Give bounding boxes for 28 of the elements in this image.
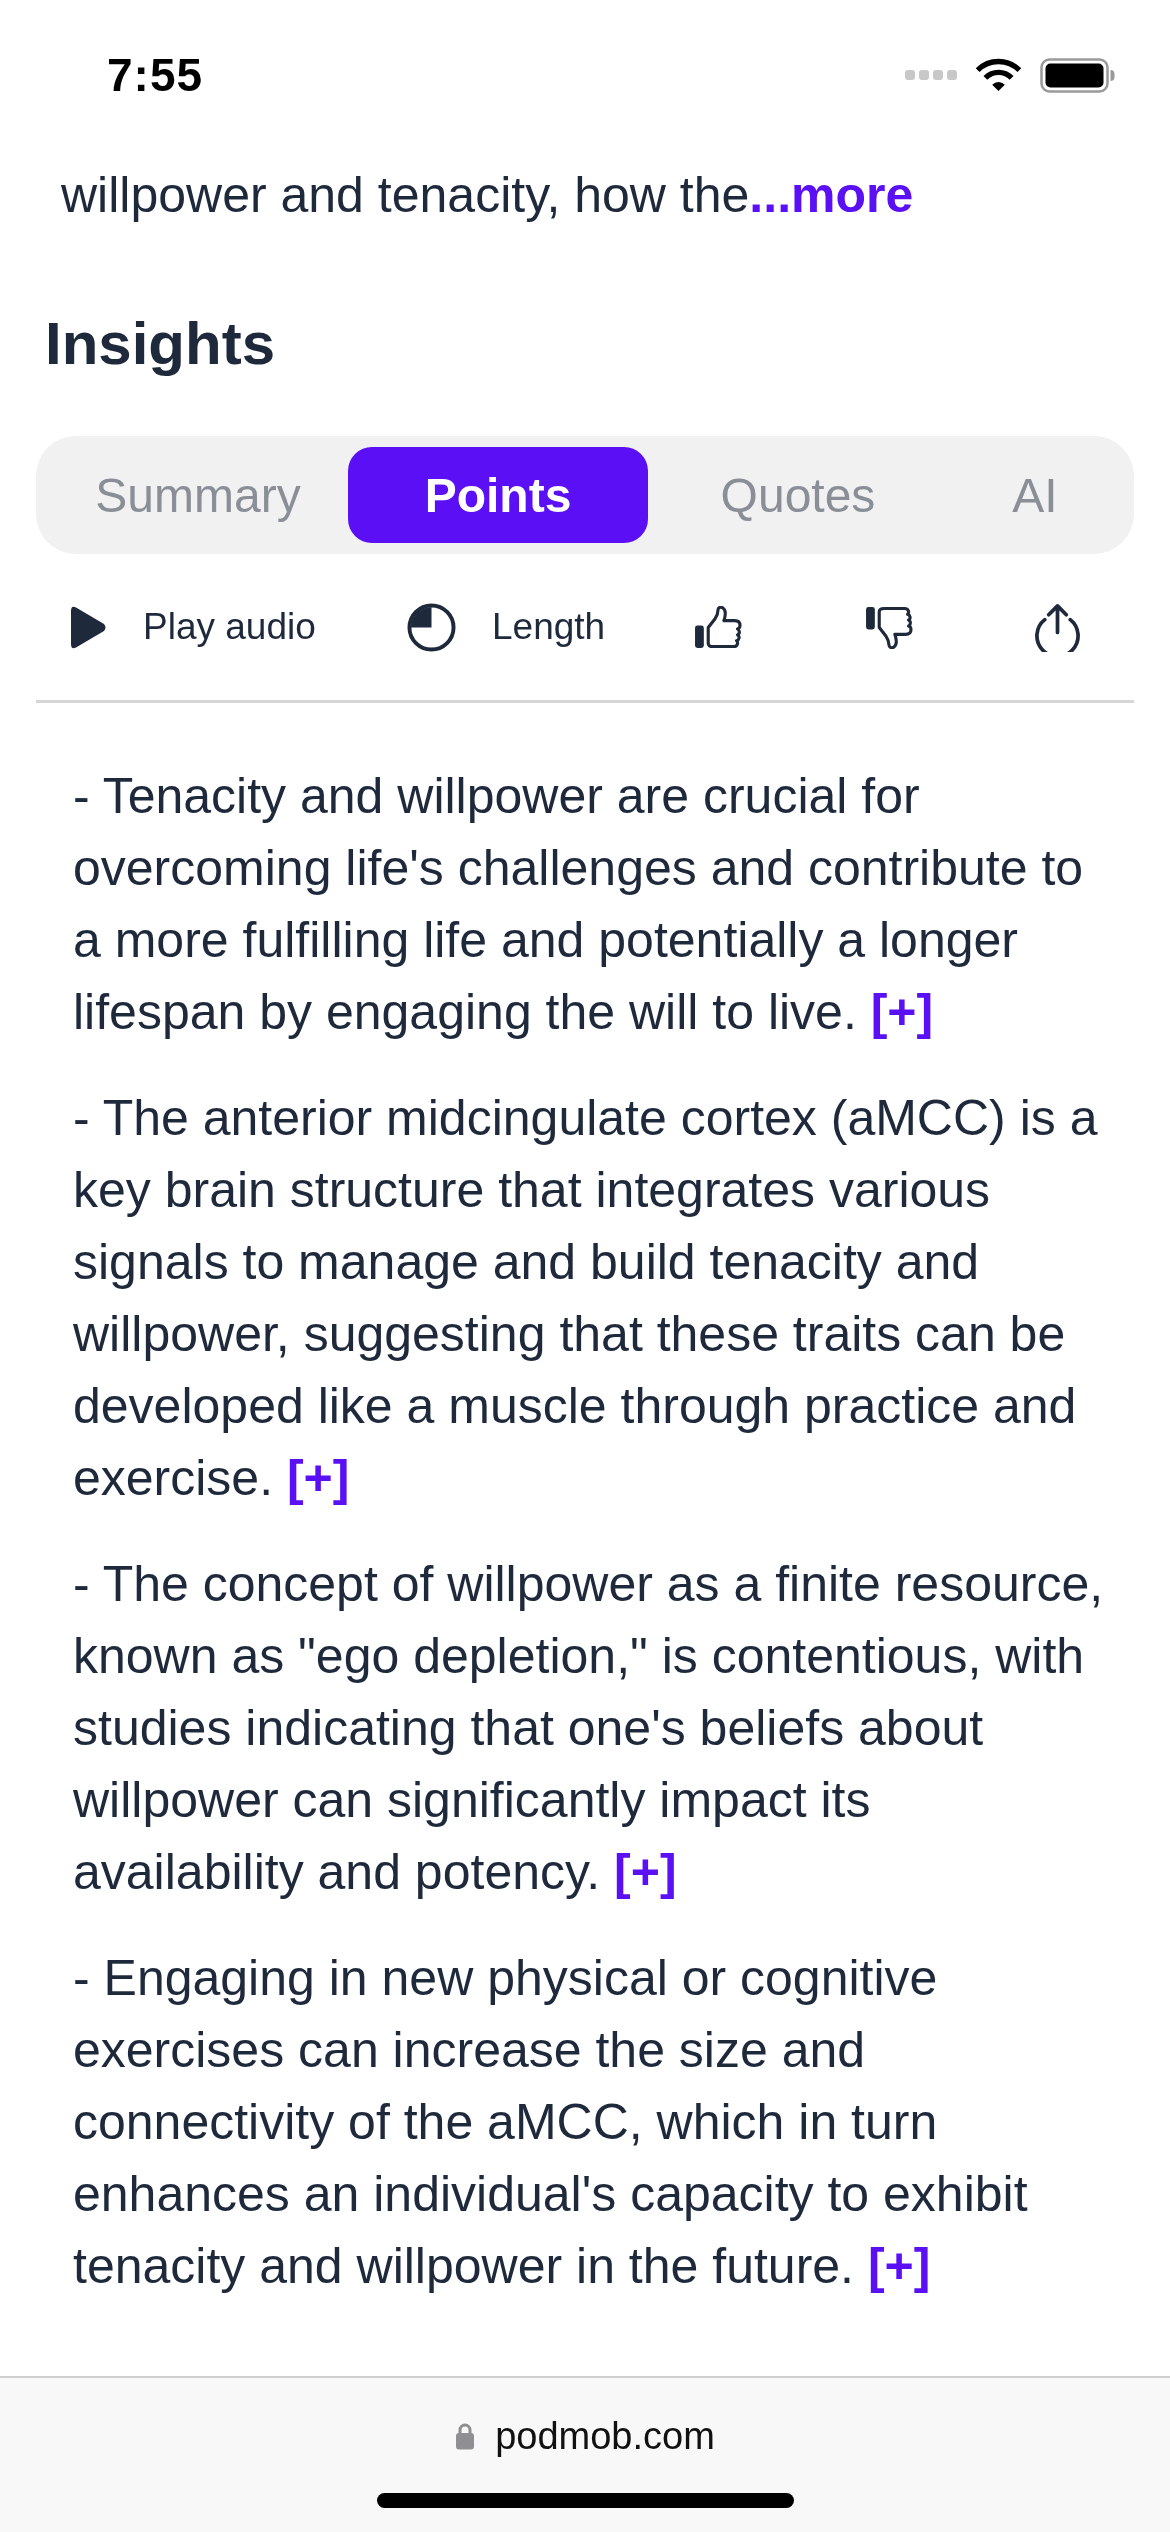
expand-link[interactable]: [+] (286, 1450, 350, 1506)
battery-icon (1040, 57, 1115, 93)
description-text: willpower and tenacity, how the...more (61, 166, 915, 225)
point-text: - The concept of willpower as a finite resource, known as "ego depletion," is contentious, with studies indicating that one's beliefs about willpower can significantly impact its availability and potency. [+] (73, 1555, 1105, 1902)
signal-icon (905, 70, 957, 80)
section-heading: Insights (45, 309, 276, 379)
pie-icon (407, 602, 456, 652)
tab[interactable]: Points (348, 447, 648, 543)
expand-link[interactable]: [+] (867, 2238, 931, 2294)
like-button[interactable] (694, 605, 742, 649)
expand-link[interactable]: [+] (614, 1844, 677, 1900)
status-time: 7:55 (107, 48, 204, 102)
wifi-icon (974, 58, 1023, 92)
dislike-button[interactable] (865, 605, 913, 649)
play-icon (71, 605, 107, 649)
thumbs-down-icon (865, 605, 913, 649)
point-text: - Engaging in new physical or cognitive exercises can increase the size and connectivity of the aMCC, which in turn enhances an individual's capacity to exhibit tenacity and willpower in the future. [+] (73, 1949, 1029, 2296)
point-text: - The anterior midcingulate cortex (aMCC) is a key brain structure that integrates various signals to manage and build tenacity and willpower, suggesting that these traits can be developed like a muscle through practice and exercise. [+] (73, 1089, 1099, 1508)
share-button[interactable] (1033, 602, 1082, 652)
thumbs-up-icon (694, 605, 742, 649)
point-text: - Tenacity and willpower are crucial for overcoming life's challenges and contribute to a more fulfilling life and potentially a longer lifespan by engaging the will to live. [+] (73, 767, 1085, 1042)
length-button[interactable]: Length (407, 602, 606, 652)
lock-icon (455, 2422, 476, 2450)
play-audio-button[interactable]: Play audio (71, 605, 316, 649)
share-icon (1033, 602, 1082, 652)
expand-link[interactable]: [+] (870, 984, 934, 1040)
url-text[interactable]: podmob.com (495, 2414, 715, 2458)
more-link[interactable]: ...more (749, 167, 914, 223)
